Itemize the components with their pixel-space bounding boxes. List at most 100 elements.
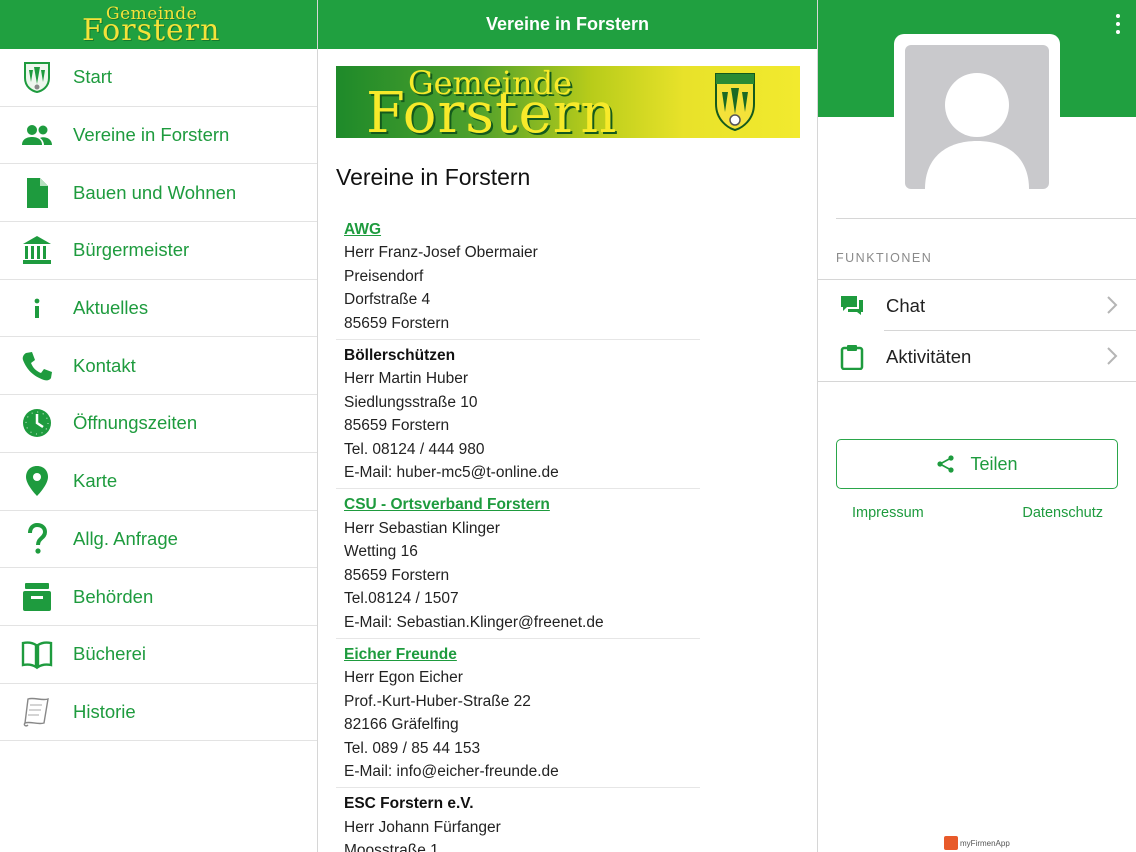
banner-text-bottom: Forstern	[366, 81, 618, 139]
sidebar-item-karte[interactable]: Karte	[0, 453, 317, 511]
sidebar-item-bücherei[interactable]: Bücherei	[0, 626, 317, 684]
club-detail-line: Tel.08124 / 1507	[344, 590, 459, 608]
divider	[836, 218, 1136, 219]
activities-label: Aktivitäten	[886, 345, 972, 367]
sidebar-item-allg-anfrage[interactable]: Allg. Anfrage	[0, 511, 317, 569]
chat-icon	[841, 295, 863, 315]
club-detail-line: Moosstraße 1	[344, 842, 439, 852]
club-detail-line: E-Mail: info@eicher-freunde.de	[344, 762, 559, 780]
page-title: Vereine in Forstern	[336, 164, 531, 190]
divider	[818, 381, 1136, 382]
document-icon	[19, 175, 55, 211]
sidebar-item-aktuelles[interactable]: Aktuelles	[0, 280, 317, 338]
club-detail-line: E-Mail: huber-mc5@t-online.de	[344, 464, 559, 482]
book-icon	[19, 636, 55, 672]
sidebar-item-label: Allg. Anfrage	[73, 527, 178, 549]
sidebar-item-label: Historie	[73, 700, 136, 722]
app-window: Gemeinde Forstern Start Vereine in Forste…	[0, 0, 1136, 852]
club-detail-line: E-Mail: Sebastian.Klinger@freenet.de	[344, 613, 604, 631]
club-list: AWG Herr Franz-Josef Obermaier Preisendorf…	[336, 214, 700, 852]
share-label: Teilen	[970, 453, 1018, 474]
sidebar-item-label: Kontakt	[73, 354, 136, 376]
club-detail-line: Herr Sebastian Klinger	[344, 519, 500, 537]
sidebar-header: Gemeinde Forstern	[0, 0, 317, 49]
info-icon	[19, 290, 55, 326]
chevron-right-icon	[1107, 296, 1118, 314]
club-detail-line: Prof.-Kurt-Huber-Straße 22	[344, 692, 531, 710]
scroll-icon	[19, 694, 55, 730]
club-detail-line: Herr Martin Huber	[344, 370, 469, 388]
crest-icon	[19, 59, 55, 95]
profile-panel: FUNKTIONEN Chat Aktivitäten Teilen Impre…	[818, 0, 1136, 852]
datenschutz-link[interactable]: Datenschutz	[1022, 505, 1103, 521]
clock-icon	[19, 405, 55, 441]
app-logo-icon	[944, 836, 958, 850]
more-options-icon[interactable]	[1114, 14, 1122, 34]
group-icon	[19, 117, 55, 153]
club-detail-line: Tel. 089 / 85 44 153	[344, 739, 481, 757]
sidebar: Gemeinde Forstern Start Vereine in Forste…	[0, 0, 318, 852]
club-name-link[interactable]: Eicher Freunde	[344, 643, 700, 666]
avatar[interactable]	[905, 45, 1049, 189]
club-entry: CSU - Ortsverband Forstern Herr Sebastian…	[336, 489, 700, 639]
functions-section-title: FUNKTIONEN	[836, 251, 933, 265]
sidebar-item-label: Vereine in Forstern	[73, 124, 230, 146]
clipboard-icon	[840, 344, 864, 370]
sidebar-item-label: Bücherei	[73, 643, 147, 665]
content-header-title: Vereine in Forstern	[485, 14, 650, 34]
sidebar-item-label: Bürgermeister	[73, 239, 190, 261]
club-detail-line: Tel. 08124 / 444 980	[344, 440, 485, 458]
content-pane: Vereine in Forstern Gemeinde Forstern Ve…	[318, 0, 818, 852]
club-name-link[interactable]: CSU - Ortsverband Forstern	[344, 493, 700, 516]
gemeinde-banner: Gemeinde Forstern	[336, 66, 800, 138]
club-detail-line: 82166 Gräfelfing	[344, 716, 459, 734]
sidebar-item-historie[interactable]: Historie	[0, 684, 317, 742]
activities-row[interactable]: Aktivitäten	[818, 331, 1136, 382]
club-entry: Eicher Freunde Herr Egon Eicher Prof.-Kurt…	[336, 639, 700, 789]
nav-list: Start Vereine in Forstern Bauen und Wohnen…	[0, 49, 317, 742]
club-detail-line: Siedlungsstraße 10	[344, 393, 478, 411]
club-detail-line: Herr Franz-Josef Obermaier	[344, 244, 538, 262]
impressum-link[interactable]: Impressum	[852, 505, 924, 521]
sidebar-item-label: Karte	[73, 470, 118, 492]
chat-label: Chat	[886, 294, 926, 316]
gemeinde-logo: Gemeinde Forstern	[82, 4, 242, 46]
club-name: ESC Forstern e.V.	[344, 795, 474, 813]
content-header: Vereine in Forstern	[318, 0, 817, 49]
sidebar-item-label: Aktuelles	[73, 297, 149, 319]
sidebar-item-start[interactable]: Start	[0, 49, 317, 107]
sidebar-item-bauen-und-wohnen[interactable]: Bauen und Wohnen	[0, 164, 317, 223]
club-detail-line: Dorfstraße 4	[344, 291, 431, 309]
sidebar-item-label: Öffnungszeiten	[73, 412, 198, 434]
sidebar-item-öffnungszeiten[interactable]: Öffnungszeiten	[0, 395, 317, 453]
club-detail-line: 85659 Forstern	[344, 417, 450, 435]
sidebar-item-bürgermeister[interactable]: Bürgermeister	[0, 222, 317, 280]
club-name-link[interactable]: AWG	[344, 218, 700, 241]
club-detail-line: 85659 Forstern	[344, 314, 450, 332]
avatar-frame	[894, 34, 1060, 200]
powered-by-label: myFirmenApp	[960, 838, 1010, 848]
phone-icon	[19, 348, 55, 384]
archive-icon	[19, 579, 55, 615]
club-detail-line: Preisendorf	[344, 267, 424, 285]
club-name: Böllerschützen	[344, 347, 456, 365]
sidebar-item-kontakt[interactable]: Kontakt	[0, 337, 317, 396]
map-pin-icon	[19, 463, 55, 499]
club-entry: Böllerschützen Herr Martin Huber Siedlungs…	[336, 340, 700, 490]
sidebar-item-behörden[interactable]: Behörden	[0, 568, 317, 626]
chat-row[interactable]: Chat	[818, 280, 1136, 331]
chevron-right-icon	[1107, 347, 1118, 365]
club-detail-line: 85659 Forstern	[344, 566, 450, 584]
powered-by-badge[interactable]: myFirmenApp	[944, 834, 1016, 852]
club-detail-line: Herr Egon Eicher	[344, 669, 463, 687]
sidebar-item-label: Bauen und Wohnen	[73, 181, 237, 203]
sidebar-item-label: Behörden	[73, 585, 154, 607]
sidebar-item-vereine-in-forstern[interactable]: Vereine in Forstern	[0, 107, 317, 165]
person-silhouette-icon	[925, 73, 1029, 189]
club-entry: ESC Forstern e.V. Herr Johann Fürfanger Mo…	[336, 788, 700, 852]
sidebar-item-label: Start	[73, 66, 113, 88]
club-entry: AWG Herr Franz-Josef Obermaier Preisendorf…	[336, 214, 700, 341]
coat-of-arms-icon	[715, 73, 755, 132]
share-button[interactable]: Teilen	[836, 439, 1118, 489]
club-detail-line: Wetting 16	[344, 543, 418, 561]
